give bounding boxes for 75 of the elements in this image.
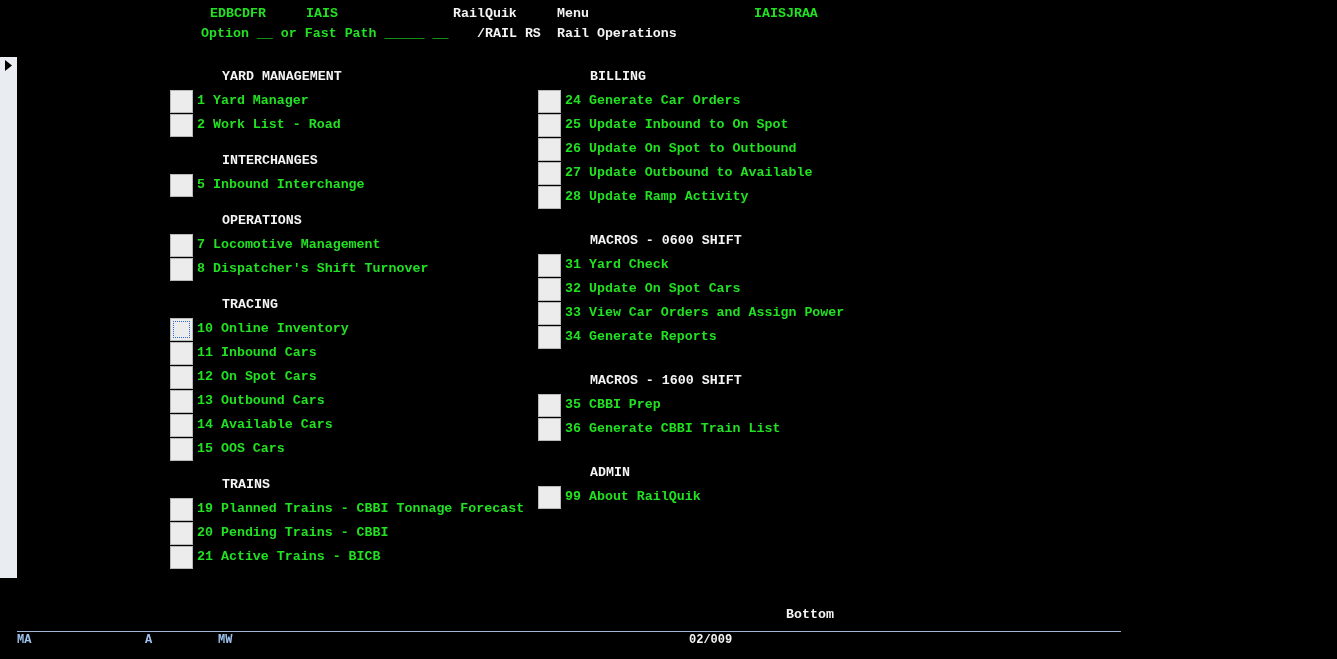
- screen-id: IAISJRAA: [754, 7, 818, 21]
- menu-option: 1 Yard Manager: [197, 94, 309, 108]
- section-heading: TRACING: [222, 298, 278, 312]
- menu-select-button[interactable]: [538, 277, 561, 301]
- menu-option: 31 Yard Check: [565, 258, 669, 272]
- menu-select-button[interactable]: [538, 161, 561, 185]
- menu-option: 28 Update Ramp Activity: [565, 190, 749, 204]
- system-name: IAIS: [306, 7, 339, 21]
- menu-select-button[interactable]: [170, 521, 193, 545]
- menu-select-button[interactable]: [170, 413, 193, 437]
- menu-option: 2 Work List - Road: [197, 118, 341, 132]
- menu-option: 5 Inbound Interchange: [197, 178, 365, 192]
- caret-icon: [5, 60, 12, 71]
- menu-select-button[interactable]: [170, 89, 193, 113]
- menu-option: 13 Outbound Cars: [197, 394, 325, 408]
- menu-select-button[interactable]: [170, 497, 193, 521]
- menu-select-button[interactable]: [170, 113, 193, 137]
- menu-select-button[interactable]: [170, 365, 193, 389]
- menu-select-button[interactable]: [170, 437, 193, 461]
- menu-select-button[interactable]: [170, 257, 193, 281]
- scroll-indicator: Bottom: [786, 608, 834, 622]
- menu-select-button[interactable]: [170, 233, 193, 257]
- menu-select-button[interactable]: [538, 113, 561, 137]
- status-field: MW: [218, 634, 689, 646]
- section-heading: INTERCHANGES: [222, 154, 318, 168]
- menu-option: 15 OOS Cars: [197, 442, 285, 456]
- menu-path: /RAIL RS: [477, 27, 542, 41]
- menu-option: 7 Locomotive Management: [197, 238, 381, 252]
- menu-select-button[interactable]: [170, 545, 193, 569]
- status-field: MA: [17, 634, 145, 646]
- menu-select-button[interactable]: [538, 137, 561, 161]
- section-heading: MACROS - 0600 SHIFT: [590, 234, 742, 248]
- menu-option: 35 CBBI Prep: [565, 398, 661, 412]
- menu-option: 27 Update Outbound to Available: [565, 166, 813, 180]
- menu-select-button[interactable]: [170, 389, 193, 413]
- menu-option: 36 Generate CBBI Train List: [565, 422, 781, 436]
- status-field: A: [145, 634, 218, 646]
- menu-option: 8 Dispatcher's Shift Turnover: [197, 262, 429, 276]
- menu-option: 34 Generate Reports: [565, 330, 717, 344]
- menu-select-button[interactable]: [538, 185, 561, 209]
- menu-select-button[interactable]: [538, 325, 561, 349]
- section-heading: ADMIN: [590, 466, 630, 480]
- section-heading: OPERATIONS: [222, 214, 302, 228]
- menu-select-button[interactable]: [538, 485, 561, 509]
- menu-option: 99 About RailQuik: [565, 490, 701, 504]
- app-name: RailQuik: [453, 7, 518, 21]
- menu-option: 14 Available Cars: [197, 418, 333, 432]
- menu-option: 11 Inbound Cars: [197, 346, 317, 360]
- section-heading: BILLING: [590, 70, 646, 84]
- menu-select-button[interactable]: [538, 89, 561, 113]
- menu-option: 19 Planned Trains - CBBI Tonnage Forecast: [197, 502, 525, 516]
- menu-select-button[interactable]: [538, 301, 561, 325]
- menu-option: 26 Update On Spot to Outbound: [565, 142, 797, 156]
- section-heading: MACROS - 1600 SHIFT: [590, 374, 742, 388]
- menu-option: 33 View Car Orders and Assign Power: [565, 306, 845, 320]
- menu-select-button[interactable]: [538, 253, 561, 277]
- user-id: EDBCDFR: [210, 7, 267, 21]
- screen-type: Menu: [557, 7, 590, 21]
- menu-select-button[interactable]: [170, 341, 193, 365]
- page-counter: 02/009: [689, 634, 733, 646]
- menu-option: 32 Update On Spot Cars: [565, 282, 741, 296]
- option-field[interactable]: Option __ or Fast Path _____ __: [201, 27, 477, 41]
- menu-option: 20 Pending Trains - CBBI: [197, 526, 389, 540]
- menu-select-button[interactable]: [170, 173, 193, 197]
- menu-select-button[interactable]: [538, 393, 561, 417]
- menu-option: 12 On Spot Cars: [197, 370, 317, 384]
- section-heading: YARD MANAGEMENT: [222, 70, 342, 84]
- menu-option: 21 Active Trains - BICB: [197, 550, 381, 564]
- menu-option: 24 Generate Car Orders: [565, 94, 741, 108]
- section-heading: TRAINS: [222, 478, 270, 492]
- menu-option: 25 Update Inbound to On Spot: [565, 118, 789, 132]
- menu-select-button[interactable]: [538, 417, 561, 441]
- menu-select-button[interactable]: [170, 317, 193, 341]
- screen-title: Rail Operations: [557, 27, 677, 41]
- menu-option: 10 Online Inventory: [197, 322, 349, 336]
